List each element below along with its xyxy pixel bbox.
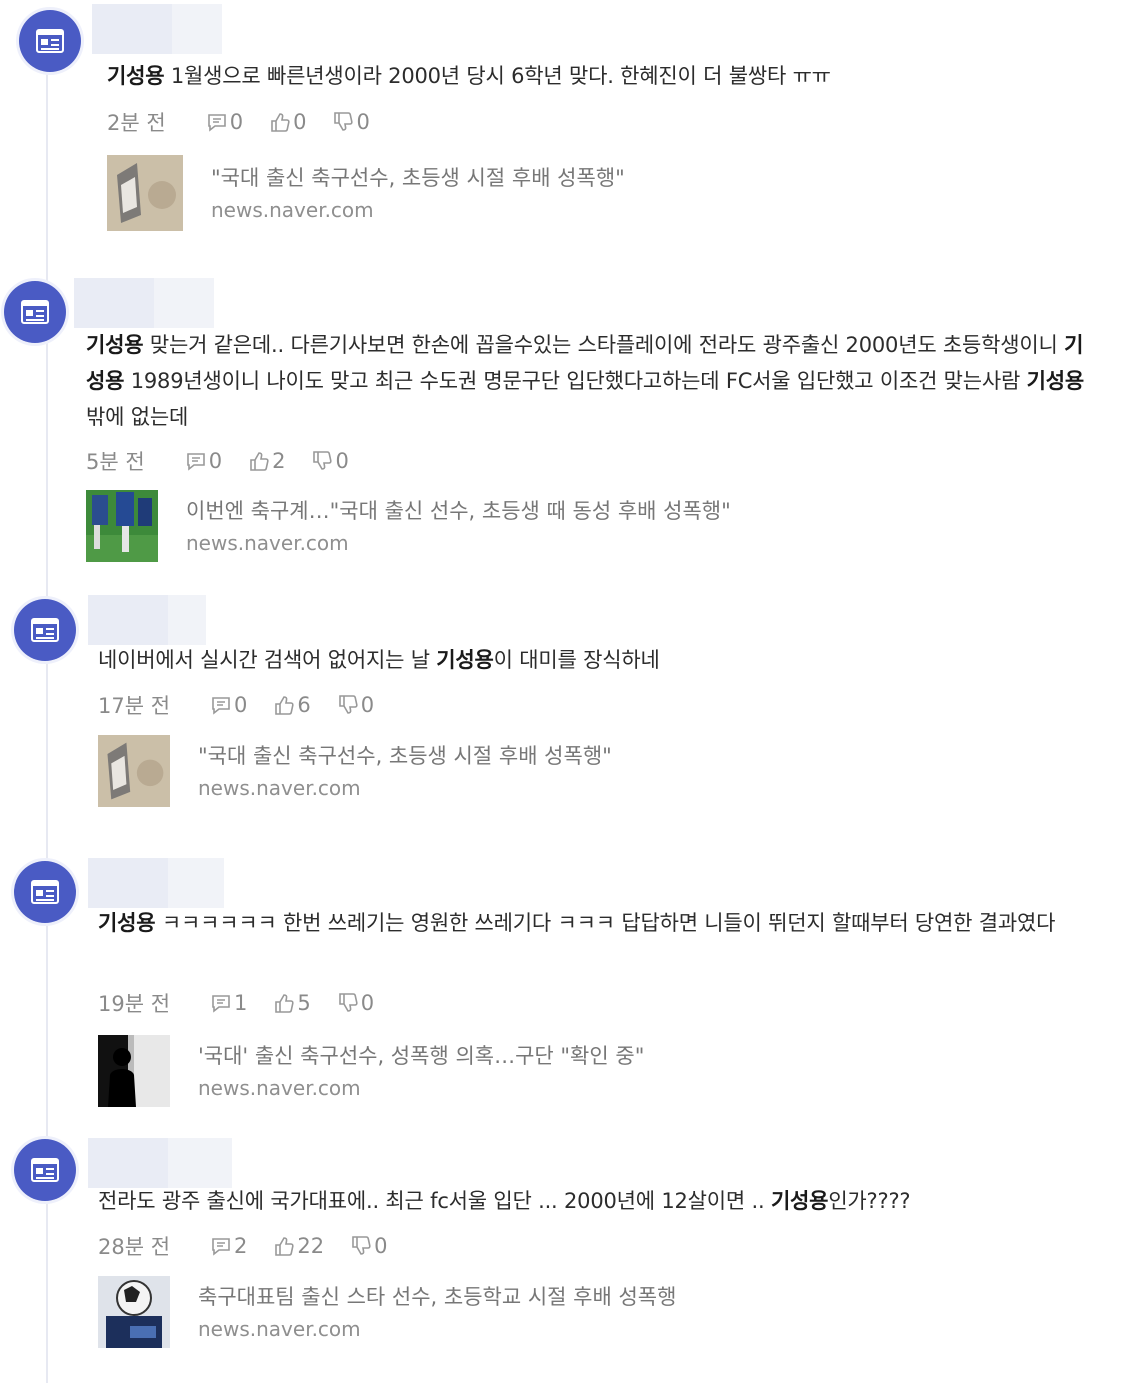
avatar[interactable] bbox=[14, 599, 76, 661]
username-blurred[interactable] bbox=[74, 278, 214, 328]
news-link-card[interactable]: 이번엔 축구계…"국대 출신 선수, 초등생 때 동성 후배 성폭행" news… bbox=[86, 490, 731, 562]
news-link-title[interactable]: 이번엔 축구계…"국대 출신 선수, 초등생 때 동성 후배 성폭행" bbox=[186, 494, 731, 528]
username-blurred[interactable] bbox=[88, 1138, 232, 1188]
news-icon bbox=[36, 29, 64, 53]
news-thumbnail bbox=[98, 1276, 170, 1348]
news-icon bbox=[31, 618, 59, 642]
dislike-button[interactable]: 0 bbox=[350, 1234, 388, 1258]
news-link-card[interactable]: 축구대표팀 출신 스타 선수, 초등학교 시절 후배 성폭행 news.nave… bbox=[98, 1276, 676, 1348]
news-icon bbox=[31, 880, 59, 904]
news-thumbnail bbox=[98, 1035, 170, 1107]
thumbs-down-icon bbox=[352, 1236, 371, 1255]
news-link-domain: news.naver.com bbox=[186, 531, 349, 555]
comment-meta: 5분 전 0 2 0 bbox=[86, 446, 375, 476]
comment-text: 네이버에서 실시간 검색어 없어지는 날 기성용이 대미를 장식하네 bbox=[98, 648, 660, 672]
like-button[interactable]: 5 bbox=[273, 991, 311, 1015]
comment-time: 17분 전 bbox=[98, 694, 171, 718]
thumbs-down-icon bbox=[334, 112, 354, 131]
thumbs-down-icon bbox=[338, 993, 358, 1012]
comment-text: 기성용 ㅋㅋㅋㅋㅋㅋ 한번 쓰레기는 영원한 쓰레기다 ㅋㅋㅋ 답답하면 니들이… bbox=[98, 911, 1056, 935]
news-link-domain: news.naver.com bbox=[211, 198, 374, 222]
like-button[interactable]: 22 bbox=[273, 1234, 324, 1258]
like-button[interactable]: 0 bbox=[269, 110, 306, 134]
news-link-domain: news.naver.com bbox=[198, 1317, 361, 1341]
avatar[interactable] bbox=[4, 281, 66, 343]
comment-text: 기성용 1월생으로 빠른년생이라 2000년 당시 6학년 맞다. 한혜진이 더… bbox=[107, 64, 831, 88]
username-blurred[interactable] bbox=[88, 858, 224, 908]
reply-button[interactable]: 0 bbox=[210, 693, 247, 717]
reply-icon bbox=[186, 453, 205, 471]
reply-button[interactable]: 2 bbox=[210, 1234, 247, 1258]
news-link-title[interactable]: "국대 출신 축구선수, 초등생 시절 후배 성폭행" bbox=[211, 161, 625, 195]
avatar[interactable] bbox=[19, 10, 81, 72]
news-icon bbox=[31, 1158, 59, 1182]
avatar[interactable] bbox=[14, 861, 76, 923]
comment-time: 28분 전 bbox=[98, 1235, 171, 1259]
news-link-title[interactable]: '국대' 출신 축구선수, 성폭행 의혹…구단 "확인 중" bbox=[198, 1039, 644, 1073]
dislike-button[interactable]: 0 bbox=[337, 693, 374, 717]
comment-time: 19분 전 bbox=[98, 992, 171, 1016]
thumbs-up-icon bbox=[275, 696, 295, 715]
news-icon bbox=[21, 300, 49, 324]
like-button[interactable]: 6 bbox=[273, 693, 311, 717]
news-link-card[interactable]: '국대' 출신 축구선수, 성폭행 의혹…구단 "확인 중" news.nave… bbox=[98, 1035, 644, 1107]
comment-meta: 17분 전 0 6 0 bbox=[98, 690, 400, 720]
thumbs-down-icon bbox=[313, 451, 333, 470]
news-link-title[interactable]: 축구대표팀 출신 스타 선수, 초등학교 시절 후배 성폭행 bbox=[198, 1280, 676, 1314]
reply-button[interactable]: 1 bbox=[210, 991, 247, 1015]
comment-text: 기성용 맞는거 같은데.. 다른기사보면 한손에 꼽을수있는 스타플레이에 전라… bbox=[86, 333, 1084, 429]
thumbs-up-icon bbox=[275, 1237, 295, 1256]
news-thumbnail bbox=[98, 735, 170, 807]
dislike-button[interactable]: 0 bbox=[332, 110, 370, 134]
thumbs-up-icon bbox=[275, 994, 295, 1013]
reply-button[interactable]: 0 bbox=[185, 449, 222, 473]
reply-icon bbox=[207, 114, 226, 132]
like-button[interactable]: 2 bbox=[248, 449, 285, 473]
news-link-domain: news.naver.com bbox=[198, 1076, 361, 1100]
reply-icon bbox=[212, 697, 230, 715]
username-blurred[interactable] bbox=[88, 595, 206, 645]
news-link-domain: news.naver.com bbox=[198, 776, 361, 800]
news-link-card[interactable]: "국대 출신 축구선수, 초등생 시절 후배 성폭행" news.naver.c… bbox=[107, 155, 625, 231]
comment-meta: 28분 전 2 22 0 bbox=[98, 1231, 414, 1261]
reply-icon bbox=[212, 1238, 230, 1256]
news-link-card[interactable]: "국대 출신 축구선수, 초등생 시절 후배 성폭행" news.naver.c… bbox=[98, 735, 612, 807]
news-thumbnail bbox=[86, 490, 158, 562]
reply-button[interactable]: 0 bbox=[206, 110, 243, 134]
comment-time: 2분 전 bbox=[107, 111, 166, 135]
comment-time: 5분 전 bbox=[86, 450, 145, 474]
thumbs-up-icon bbox=[271, 113, 290, 132]
reply-icon bbox=[212, 995, 230, 1013]
username-blurred[interactable] bbox=[92, 4, 222, 54]
comment-meta: 19분 전 1 5 0 bbox=[98, 988, 400, 1018]
thumbs-up-icon bbox=[250, 452, 269, 471]
dislike-button[interactable]: 0 bbox=[311, 449, 349, 473]
avatar[interactable] bbox=[14, 1139, 76, 1201]
news-link-title[interactable]: "국대 출신 축구선수, 초등생 시절 후배 성폭행" bbox=[198, 739, 612, 773]
thumbs-down-icon bbox=[338, 695, 358, 714]
comment-meta: 2분 전 0 0 0 bbox=[107, 107, 396, 137]
comment-text: 전라도 광주 출신에 국가대표에.. 최근 fc서울 입단 ... 2000년에… bbox=[98, 1189, 911, 1213]
dislike-button[interactable]: 0 bbox=[337, 991, 374, 1015]
news-thumbnail bbox=[107, 155, 183, 231]
